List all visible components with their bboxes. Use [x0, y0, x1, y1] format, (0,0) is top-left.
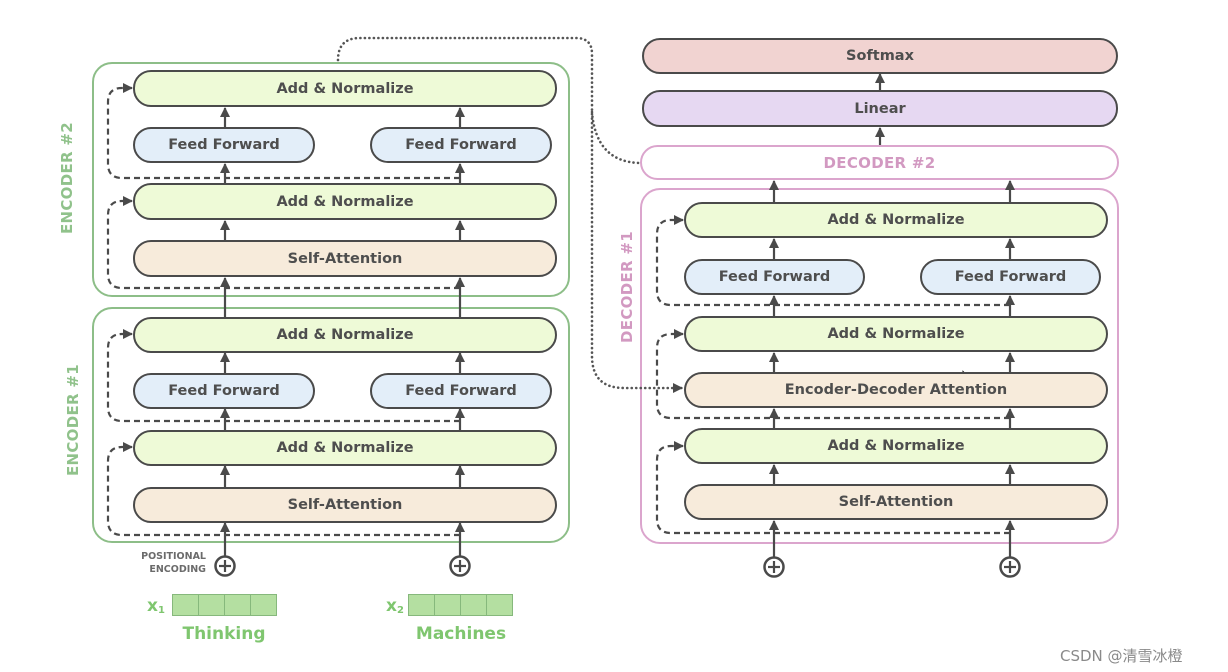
decoder-1-add-normalize-bottom: Add & Normalize [684, 428, 1108, 464]
watermark: CSDN @清雪冰橙 [1060, 647, 1183, 665]
embedding-cell [251, 595, 276, 615]
token-1-symbol-base: x [147, 596, 158, 616]
circled-plus-icon [449, 555, 471, 577]
decoder-1-self-attention: Self-Attention [684, 484, 1108, 520]
token-2-word: Machines [415, 624, 507, 644]
token-2-subscript: 2 [396, 605, 404, 616]
decoder-1-encoder-decoder-attention: Encoder-Decoder Attention [684, 372, 1108, 408]
token-2-symbol-base: x [386, 596, 397, 616]
token-1-embedding-vector [172, 594, 277, 616]
embedding-cell [461, 595, 487, 615]
positional-encoding-label: POSITIONAL ENCODING [120, 550, 206, 576]
encoder-2-add-normalize-bottom: Add & Normalize [133, 183, 557, 220]
transformer-diagram: ENCODER #2 Add & Normalize Feed Forward … [0, 0, 1228, 672]
decoder-1-feed-forward-left: Feed Forward [684, 259, 865, 295]
embedding-cell [487, 595, 512, 615]
decoder-1-feed-forward-right: Feed Forward [920, 259, 1101, 295]
circled-plus-icon [999, 556, 1021, 578]
encoder-2-feed-forward-left: Feed Forward [133, 127, 315, 163]
encoder-2-self-attention: Self-Attention [133, 240, 557, 277]
embedding-cell [225, 595, 251, 615]
encoder-1-feed-forward-left: Feed Forward [133, 373, 315, 409]
encoder-2-label: ENCODER #2 [58, 121, 76, 235]
embedding-cell [435, 595, 461, 615]
token-1-symbol: x1 [147, 596, 165, 621]
decoder-1-label: DECODER #1 [618, 231, 636, 343]
embedding-cell [409, 595, 435, 615]
circled-plus-icon [214, 555, 236, 577]
linear-layer: Linear [642, 90, 1118, 127]
decoder-1-add-normalize-middle: Add & Normalize [684, 316, 1108, 352]
encoder-1-add-normalize-top: Add & Normalize [133, 317, 557, 353]
softmax-layer: Softmax [642, 38, 1118, 74]
encoder-1-label: ENCODER #1 [64, 363, 82, 477]
encoder-1-self-attention: Self-Attention [133, 487, 557, 523]
positional-encoding-line-1: POSITIONAL [141, 551, 206, 562]
embedding-cell [173, 595, 199, 615]
token-1-subscript: 1 [157, 605, 165, 616]
positional-encoding-line-2: ENCODING [149, 564, 206, 575]
token-1-word: Thinking [182, 624, 266, 644]
encoder-2-add-normalize-top: Add & Normalize [133, 70, 557, 107]
encoder-1-feed-forward-right: Feed Forward [370, 373, 552, 409]
token-2-symbol: x2 [386, 596, 404, 621]
decoder-1-add-normalize-top: Add & Normalize [684, 202, 1108, 238]
encoder-1-add-normalize-bottom: Add & Normalize [133, 430, 557, 466]
token-2-embedding-vector [408, 594, 513, 616]
decoder-2-block: DECODER #2 [640, 145, 1119, 180]
circled-plus-icon [763, 556, 785, 578]
encoder-2-feed-forward-right: Feed Forward [370, 127, 552, 163]
embedding-cell [199, 595, 225, 615]
